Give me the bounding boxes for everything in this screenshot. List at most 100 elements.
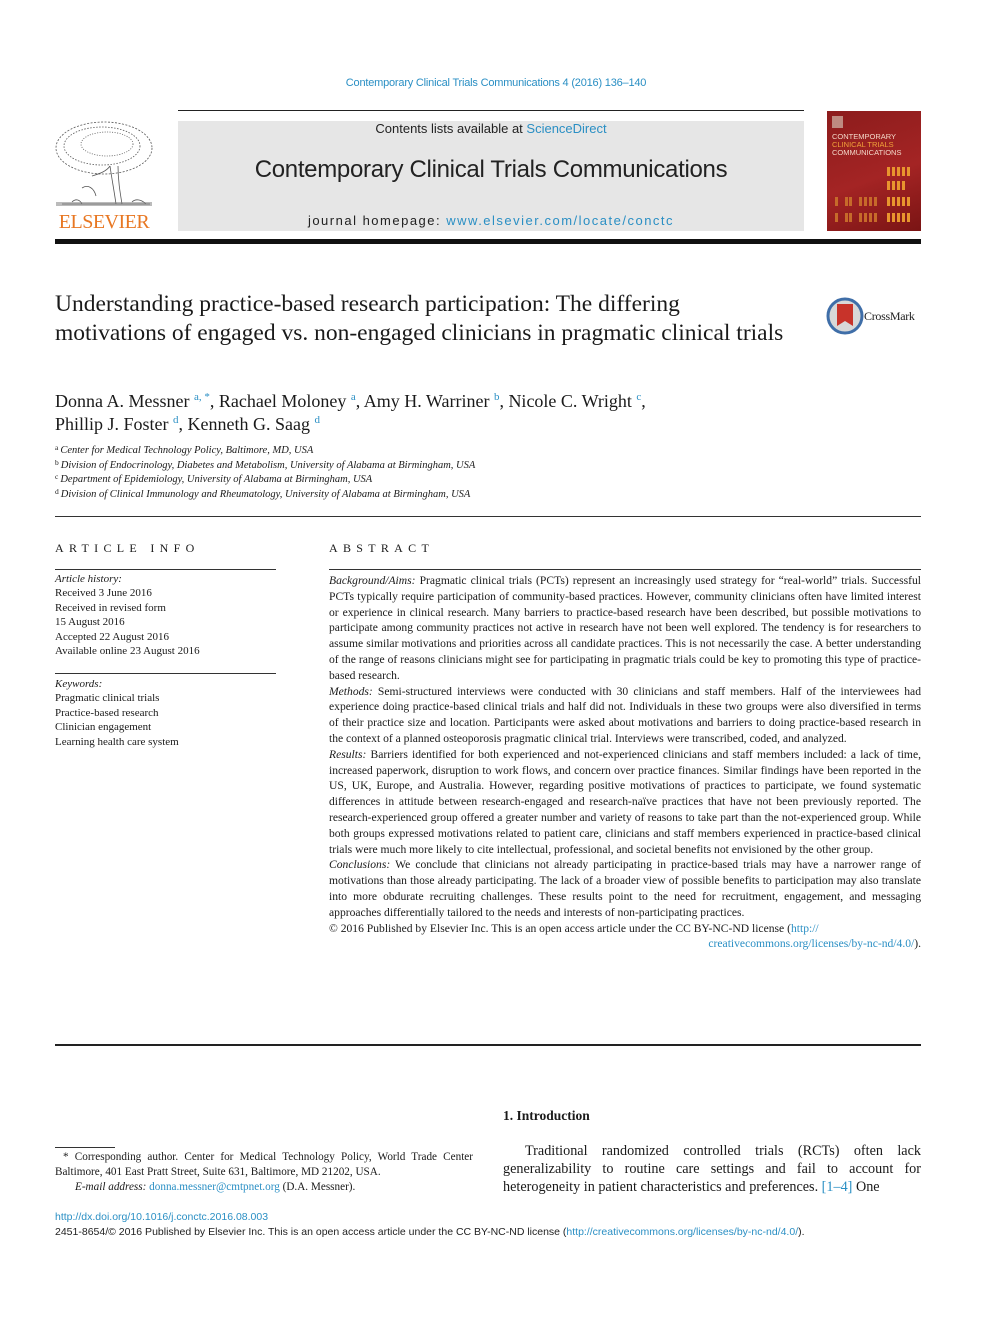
- abstract-section-text: Semi-structured interviews were conducte…: [329, 684, 921, 745]
- journal-title: Contemporary Clinical Trials Communicati…: [254, 156, 728, 183]
- keyword-item: Learning health care system: [55, 735, 179, 748]
- homepage-prefix: journal homepage:: [307, 213, 447, 228]
- author-name: Rachael Moloney: [218, 391, 347, 411]
- license-link-part-1[interactable]: http://: [791, 922, 819, 935]
- homepage-link[interactable]: www.elsevier.com/locate/conctc: [446, 213, 674, 228]
- abstract-section-background: Background/Aims: Pragmatic clinical tria…: [329, 573, 921, 684]
- issn-close: ).: [798, 1226, 805, 1238]
- sciencedirect-link[interactable]: ScienceDirect: [526, 121, 606, 136]
- keyword-item: Practice-based research: [55, 706, 159, 719]
- masthead-top-rule: [178, 110, 804, 111]
- author-name: Kenneth G. Saag: [187, 414, 310, 434]
- email-link[interactable]: donna.messner@cmtpnet.org: [149, 1181, 280, 1193]
- author[interactable]: Amy H. Warriner b: [364, 391, 500, 411]
- author[interactable]: Nicole C. Wright c: [508, 391, 641, 411]
- author[interactable]: Rachael Moloney a: [219, 391, 356, 411]
- introduction-body: Traditional randomized controlled trials…: [503, 1142, 921, 1197]
- abstract-section-label: Methods:: [329, 684, 373, 698]
- affiliation-key: a: [55, 443, 59, 452]
- author-list: Donna A. Messner a, *, Rachael Moloney a…: [55, 390, 815, 436]
- keyword-item: Pragmatic clinical trials: [55, 692, 160, 705]
- author-name: Phillip J. Foster: [55, 414, 169, 434]
- masthead-bottom-rule: [55, 239, 921, 244]
- affiliation: c Department of Epidemiology, University …: [55, 473, 755, 488]
- author[interactable]: Donna A. Messner a, *: [55, 391, 210, 411]
- header-divider: [55, 516, 921, 517]
- history-item: Accepted 22 August 2016: [55, 630, 169, 643]
- journal-homepage-line: journal homepage: www.elsevier.com/locat…: [178, 213, 804, 228]
- author[interactable]: Kenneth G. Saag d: [188, 414, 320, 434]
- keyword-item: Clinician engagement: [55, 721, 152, 734]
- affiliation: d Division of Clinical Immunology and Rhe…: [55, 488, 755, 503]
- copyright-text: © 2016 Published by Elsevier Inc. This i…: [329, 921, 791, 935]
- affiliation-text: Division of Endocrinology, Diabetes and …: [60, 459, 476, 471]
- keywords: Keywords: Pragmatic clinical trials Prac…: [55, 677, 280, 749]
- abstract-body: Background/Aims: Pragmatic clinical tria…: [329, 573, 921, 952]
- introduction-paragraph: Traditional randomized controlled trials…: [503, 1142, 921, 1197]
- author-separator: ,: [209, 391, 219, 411]
- author-name: Donna A. Messner: [55, 391, 190, 411]
- abstract-section-label: Conclusions:: [329, 858, 391, 872]
- keywords-label: Keywords:: [55, 678, 103, 690]
- abstract-section-results: Results: Barriers identified for both ex…: [329, 747, 921, 858]
- corresponding-author-footnote: * Corresponding author. Center for Medic…: [55, 1150, 473, 1195]
- footnote-rule: [55, 1147, 115, 1148]
- abstract-rule: [329, 569, 921, 570]
- author-separator: ,: [355, 391, 364, 411]
- affiliation-key: b: [55, 457, 59, 467]
- affiliation-text: Division of Clinical Immunology and Rheu…: [60, 488, 471, 500]
- history-item: 15 August 2016: [55, 616, 125, 629]
- cover-people-graphic: [835, 167, 910, 222]
- email-line: E-mail address: donna.messner@cmtpnet.or…: [55, 1180, 473, 1195]
- author-separator: ,: [641, 391, 646, 411]
- license-link-part-2[interactable]: creativecommons.org/licenses/by-nc-nd/4.…: [708, 937, 914, 950]
- abstract-section-methods: Methods: Semi-structured interviews were…: [329, 684, 921, 747]
- introduction-tail: One: [852, 1179, 880, 1196]
- journal-cover-thumbnail[interactable]: CONTEMPORARY CLINICAL TRIALS COMMUNICATI…: [827, 111, 921, 231]
- affiliation-text: Center for Medical Technology Policy, Ba…: [60, 445, 314, 456]
- crossmark-icon: [826, 297, 864, 335]
- citation-link[interactable]: [1–4]: [822, 1179, 853, 1195]
- abstract-section-text: Barriers identified for both experienced…: [329, 747, 921, 856]
- elsevier-wordmark[interactable]: ELSEVIER: [52, 211, 156, 234]
- author-name: Amy H. Warriner: [363, 391, 490, 411]
- abstract-copyright-continued: creativecommons.org/licenses/by-nc-nd/4.…: [329, 936, 921, 952]
- abstract-section-text: Pragmatic clinical trials (PCTs) represe…: [329, 574, 921, 682]
- article-history: Article history: Received 3 June 2016 Re…: [55, 572, 280, 658]
- author-separator: ,: [178, 414, 188, 434]
- affiliation-key: c: [55, 472, 59, 482]
- contents-available-line: Contents lists available at ScienceDirec…: [178, 121, 804, 136]
- affiliation-key: d: [55, 486, 59, 496]
- abstract-copyright: © 2016 Published by Elsevier Inc. This i…: [329, 921, 921, 937]
- article-info-heading: ARTICLE INFO: [55, 541, 200, 555]
- introduction-heading: 1. Introduction: [503, 1108, 590, 1123]
- author-affiliation-marker[interactable]: a, *: [194, 391, 210, 403]
- footer-license-link[interactable]: http://creativecommons.org/licenses/by-n…: [566, 1226, 798, 1238]
- copyright-close: ).: [914, 937, 921, 951]
- abstract-heading: ABSTRACT: [329, 541, 435, 555]
- issn-text: 2451-8654/© 2016 Published by Elsevier I…: [55, 1226, 567, 1238]
- corresponding-author-text: * Corresponding author. Center for Medic…: [55, 1151, 473, 1178]
- history-item: Received 3 June 2016: [55, 587, 152, 600]
- abstract-section-label: Results:: [329, 747, 367, 761]
- author-name: Nicole C. Wright: [508, 391, 632, 411]
- email-suffix: (D.A. Messner).: [279, 1181, 356, 1193]
- email-label: E-mail address:: [75, 1181, 147, 1193]
- abstract-section-text: We conclude that clinicians not already …: [329, 858, 921, 919]
- abstract-section-label: Background/Aims:: [329, 574, 416, 587]
- abstract-section-conclusions: Conclusions: We conclude that clinicians…: [329, 857, 921, 920]
- tree-icon: [55, 121, 153, 206]
- history-item: Available online 23 August 2016: [55, 645, 200, 658]
- affiliation: b Division of Endocrinology, Diabetes and…: [55, 457, 755, 474]
- abstract-bottom-rule: [55, 1044, 921, 1046]
- author-affiliation-marker[interactable]: d: [315, 414, 321, 426]
- doi-link[interactable]: http://dx.doi.org/10.1016/j.conctc.2016.…: [55, 1211, 268, 1223]
- contents-prefix: Contents lists available at: [375, 121, 527, 136]
- history-item: Received in revised form: [55, 601, 166, 614]
- author[interactable]: Phillip J. Foster d: [55, 414, 179, 434]
- running-head[interactable]: Contemporary Clinical Trials Communicati…: [0, 77, 992, 89]
- issn-license-line: 2451-8654/© 2016 Published by Elsevier I…: [55, 1226, 805, 1238]
- crossmark-label[interactable]: CrossMark: [864, 309, 915, 324]
- article-title: Understanding practice-based research pa…: [55, 291, 784, 346]
- affiliation: a Center for Medical Technology Policy, B…: [55, 444, 755, 459]
